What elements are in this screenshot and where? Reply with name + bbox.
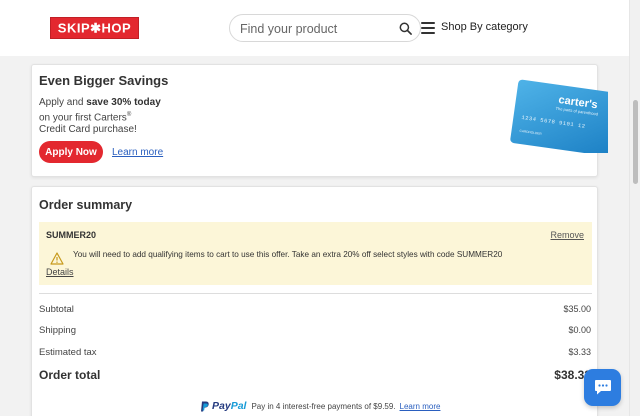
search-box <box>229 14 421 42</box>
credit-card-image: carter's The parts of parenthood 1234 56… <box>508 79 608 153</box>
remove-coupon-link[interactable]: Remove <box>550 230 584 240</box>
skiphop-logo[interactable]: SKIP✱HOP <box>50 17 139 39</box>
promo-card: Even Bigger Savings Apply and save 30% t… <box>31 64 608 177</box>
chat-button[interactable] <box>584 369 621 406</box>
shipping-value: $0.00 <box>568 325 591 335</box>
divider <box>39 293 592 294</box>
paypal-icon <box>201 401 209 411</box>
search-input[interactable] <box>240 19 390 39</box>
site-header: SKIP✱HOP Shop By category <box>0 0 640 56</box>
coupon-notice: SUMMER20 Remove You will need to add qua… <box>39 222 592 285</box>
scrollbar-thumb[interactable] <box>633 100 638 184</box>
paypal-learn-more-link[interactable]: Learn more <box>400 402 441 411</box>
shop-by-category-link[interactable]: Shop By category <box>441 21 528 33</box>
paypal-pay-in-4: Pay Pal Pay in 4 interest-free payments o… <box>200 400 440 412</box>
shipping-label: Shipping <box>39 325 76 336</box>
search-icon[interactable] <box>399 22 412 35</box>
order-total-label: Order total <box>39 368 101 382</box>
estimated-tax-label: Estimated tax <box>39 347 97 358</box>
paypal-logo: Pay Pal <box>200 400 246 412</box>
order-summary-title: Order summary <box>39 198 133 212</box>
apply-now-button[interactable]: Apply Now <box>39 141 103 163</box>
page-scrollbar[interactable] <box>629 0 640 416</box>
learn-more-link[interactable]: Learn more <box>112 147 163 158</box>
subtotal-label: Subtotal <box>39 304 74 315</box>
menu-icon[interactable] <box>421 22 435 34</box>
coupon-message: You will need to add qualifying items to… <box>73 250 503 259</box>
coupon-details-link[interactable]: Details <box>46 267 74 277</box>
promo-title: Even Bigger Savings <box>39 73 169 88</box>
order-summary-card: Order summary SUMMER20 Remove You will n… <box>31 186 598 416</box>
chat-icon <box>594 380 611 395</box>
promo-text: Apply and save 30% today on your first C… <box>39 97 161 136</box>
subtotal-value: $35.00 <box>563 304 591 314</box>
coupon-code: SUMMER20 <box>46 230 97 240</box>
warning-icon <box>50 252 64 265</box>
estimated-tax-value: $3.33 <box>568 347 591 357</box>
svg-text:SKIP✱HOP: SKIP✱HOP <box>58 21 131 36</box>
paypal-message: Pay in 4 interest-free payments of $9.59… <box>251 401 396 411</box>
